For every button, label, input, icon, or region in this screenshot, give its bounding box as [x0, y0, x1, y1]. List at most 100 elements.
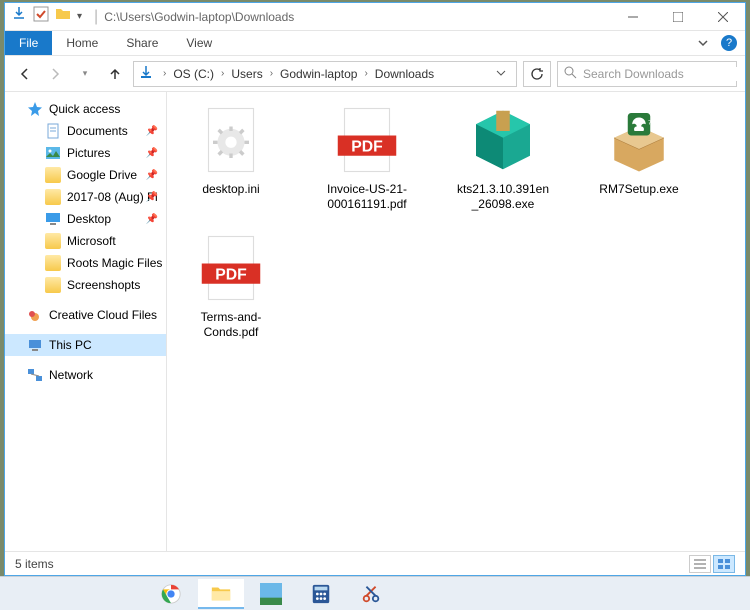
download-icon — [11, 6, 27, 27]
chevron-right-icon[interactable]: › — [218, 68, 227, 79]
breadcrumb-dropdown-icon[interactable] — [490, 67, 512, 81]
close-button[interactable] — [700, 3, 745, 31]
refresh-button[interactable] — [523, 61, 551, 87]
cloud-icon — [27, 307, 43, 323]
sidebar-item[interactable]: Desktop 📌 — [5, 208, 166, 230]
file-item[interactable]: 7 RM7Setup.exe — [591, 104, 687, 212]
breadcrumb[interactable]: › OS (C:) › Users › Godwin-laptop › Down… — [133, 61, 517, 87]
recent-dropdown-icon[interactable]: ▾ — [73, 62, 97, 86]
taskbar-chrome[interactable] — [148, 579, 194, 609]
sidebar-item-label: Pictures — [67, 146, 110, 160]
maximize-button[interactable] — [655, 3, 700, 31]
file-item[interactable]: PDF Terms-and-Conds.pdf — [183, 232, 279, 340]
title-bar: ▾ | C:\Users\Godwin-laptop\Downloads — [5, 3, 745, 31]
sidebar-quick-access[interactable]: Quick access — [5, 98, 166, 120]
details-view-button[interactable] — [689, 555, 711, 573]
sidebar-item[interactable]: Screenshopts — [5, 274, 166, 296]
taskbar-app-sky[interactable] — [248, 579, 294, 609]
file-item[interactable]: kts21.3.10.391en_26098.exe — [455, 104, 551, 212]
file-item[interactable]: PDFInvoice-US-21-000161191.pdf — [319, 104, 415, 212]
search-icon — [564, 66, 577, 82]
search-box[interactable] — [557, 61, 737, 87]
sidebar-network[interactable]: Network — [5, 364, 166, 386]
sidebar-item-label: Google Drive — [67, 168, 137, 182]
chevron-right-icon[interactable]: › — [267, 68, 276, 79]
qat-dropdown-icon[interactable]: ▾ — [77, 11, 82, 22]
sidebar-item-label: Quick access — [49, 102, 120, 116]
sidebar-item-label: Roots Magic Files — [67, 256, 162, 270]
sidebar-item[interactable]: Pictures 📌 — [5, 142, 166, 164]
crumb-downloads[interactable]: Downloads — [373, 67, 436, 81]
file-tab[interactable]: File — [5, 31, 52, 55]
crumb-drive[interactable]: OS (C:) — [171, 67, 216, 81]
crumb-user[interactable]: Godwin-laptop — [278, 67, 359, 81]
view-switcher — [689, 555, 735, 573]
svg-text:PDF: PDF — [351, 138, 383, 155]
file-name: desktop.ini — [202, 182, 259, 197]
explorer-window: ▾ | C:\Users\Godwin-laptop\Downloads Fil… — [4, 2, 746, 576]
sidebar-item-label: This PC — [49, 338, 92, 352]
ribbon-expand-icon[interactable] — [689, 31, 717, 55]
taskbar-calculator[interactable] — [298, 579, 344, 609]
quick-access-toolbar: ▾ — [5, 6, 88, 27]
back-button[interactable] — [13, 62, 37, 86]
file-icon — [467, 104, 539, 176]
window-buttons — [610, 3, 745, 31]
pin-icon: 📌 — [146, 148, 158, 159]
chevron-right-icon[interactable]: › — [361, 68, 370, 79]
body: Quick access Documents📌 Pictures 📌 Google D… — [5, 92, 745, 551]
search-input[interactable] — [583, 67, 738, 81]
folder-qat-icon — [55, 6, 71, 27]
sidebar-this-pc[interactable]: This PC — [5, 334, 166, 356]
sidebar-item[interactable]: Roots Magic Files — [5, 252, 166, 274]
svg-text:PDF: PDF — [215, 266, 247, 283]
sidebar-item-label: Network — [49, 368, 93, 382]
taskbar-explorer[interactable] — [198, 579, 244, 609]
sidebar-item[interactable]: 2017-08 (Aug) Pi📌 — [5, 186, 166, 208]
pin-icon: 📌 — [146, 192, 158, 203]
item-count: 5 items — [15, 557, 54, 571]
address-bar: ▾ › OS (C:) › Users › Godwin-laptop › Do… — [5, 56, 745, 92]
file-item[interactable]: desktop.ini — [183, 104, 279, 212]
taskbar-snip[interactable] — [348, 579, 394, 609]
file-grid: desktop.ini PDFInvoice-US-21-000161191.pd… — [183, 104, 729, 340]
ribbon-bar: File Home Share View ? — [5, 31, 745, 56]
pin-icon: 📌 — [146, 126, 158, 137]
network-icon — [27, 367, 43, 383]
crumb-users[interactable]: Users — [229, 67, 264, 81]
down-arrow-icon — [138, 64, 158, 83]
desktop-icon — [45, 211, 61, 227]
icons-view-button[interactable] — [713, 555, 735, 573]
taskbar — [0, 576, 750, 610]
sidebar-item[interactable]: Microsoft — [5, 230, 166, 252]
navigation-pane: Quick access Documents📌 Pictures 📌 Google D… — [5, 92, 167, 551]
checkbox-icon[interactable] — [33, 6, 49, 27]
document-icon — [45, 123, 61, 139]
minimize-button[interactable] — [610, 3, 655, 31]
file-icon: PDF — [331, 104, 403, 176]
folder-icon — [45, 255, 61, 271]
pin-icon: 📌 — [146, 214, 158, 225]
folder-icon — [45, 233, 61, 249]
file-name: Terms-and-Conds.pdf — [183, 310, 279, 340]
forward-button[interactable] — [43, 62, 67, 86]
picture-icon — [45, 145, 61, 161]
sidebar-item-label: Desktop — [67, 212, 111, 226]
view-tab[interactable]: View — [172, 31, 226, 55]
up-button[interactable] — [103, 62, 127, 86]
sidebar-item[interactable]: Documents📌 — [5, 120, 166, 142]
file-icon: 7 — [603, 104, 675, 176]
sidebar-item-label: Creative Cloud Files — [49, 308, 157, 322]
file-icon — [195, 104, 267, 176]
sidebar-item-label: Screenshopts — [67, 278, 140, 292]
home-tab[interactable]: Home — [52, 31, 112, 55]
sidebar-creative-cloud[interactable]: Creative Cloud Files — [5, 304, 166, 326]
chevron-right-icon[interactable]: › — [160, 68, 169, 79]
file-name: kts21.3.10.391en_26098.exe — [455, 182, 551, 212]
file-name: RM7Setup.exe — [599, 182, 678, 197]
file-pane[interactable]: desktop.ini PDFInvoice-US-21-000161191.pd… — [167, 92, 745, 551]
divider: | — [94, 8, 98, 26]
help-icon[interactable]: ? — [721, 35, 737, 51]
share-tab[interactable]: Share — [112, 31, 172, 55]
sidebar-item[interactable]: Google Drive📌 — [5, 164, 166, 186]
